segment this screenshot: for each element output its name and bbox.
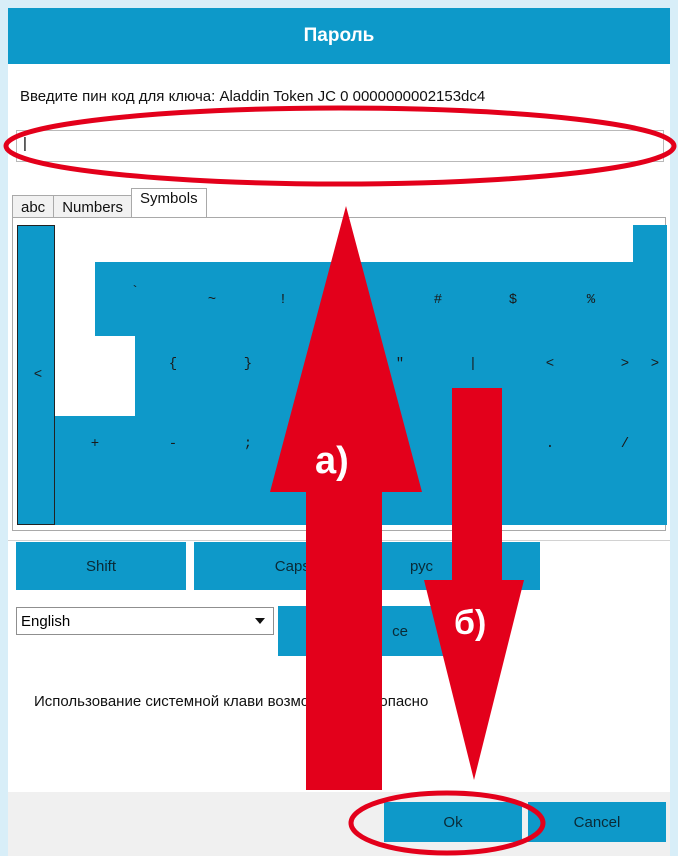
language-select[interactable]: English <box>16 607 274 635</box>
annotation-label-a: а) <box>315 440 349 482</box>
capslock-button[interactable]: CapsLoc <box>194 542 364 590</box>
key-right-arrow[interactable]: > <box>651 356 659 372</box>
key-brace-close[interactable]: } <box>244 356 252 372</box>
annotation-label-b: б) <box>454 604 487 642</box>
key-dollar[interactable]: $ <box>509 292 517 308</box>
cancel-button[interactable]: Cancel <box>528 802 666 842</box>
ok-button[interactable]: Ok <box>384 802 522 842</box>
symbols-keyboard: ` ~ ! # $ % < { } " | < > > + - ; . / <box>12 217 667 531</box>
key-less-than-left: < <box>33 367 43 383</box>
key-quote[interactable]: " <box>396 356 404 372</box>
password-dialog: Пароль Введите пин код для ключа: Aladdi… <box>8 8 670 856</box>
keys-row2-block <box>135 336 633 416</box>
pin-prompt: Введите пин код для ключа: Aladdin Token… <box>20 88 486 105</box>
language-toggle-button[interactable]: рус <box>370 542 540 590</box>
keyboard-tabs: abc Numbers Symbols <box>12 188 207 218</box>
chevron-down-icon <box>255 618 265 624</box>
key-tilde[interactable]: ~ <box>208 292 216 308</box>
key-hash[interactable]: # <box>434 292 442 308</box>
tab-symbols[interactable]: Symbols <box>131 188 207 218</box>
pin-input[interactable]: | <box>16 130 664 162</box>
key-backtick[interactable]: ` <box>131 284 139 300</box>
keys-row3-left <box>55 494 633 525</box>
key-pipe[interactable]: | <box>469 356 477 372</box>
backspace-button[interactable]: ce <box>278 606 448 656</box>
key-period[interactable]: . <box>546 436 554 452</box>
key-percent[interactable]: % <box>587 292 595 308</box>
key-less-than[interactable]: < <box>546 356 554 372</box>
key-slash[interactable]: / <box>621 436 629 452</box>
warning-text: Использование системной клави возможно н… <box>34 693 429 710</box>
key-brace-open[interactable]: { <box>169 356 177 372</box>
keys-right-block <box>633 225 667 525</box>
divider <box>8 540 670 541</box>
language-select-value: English <box>21 612 71 630</box>
key-plus[interactable]: + <box>91 436 99 452</box>
shift-button[interactable]: Shift <box>16 542 186 590</box>
key-semicolon[interactable]: ; <box>244 436 252 452</box>
key-minus[interactable]: - <box>169 436 177 452</box>
key-greater-than[interactable]: > <box>621 356 629 372</box>
tab-abc[interactable]: abc <box>12 195 55 218</box>
keys-row1-block <box>95 262 633 336</box>
key-exclamation[interactable]: ! <box>279 292 287 308</box>
tab-numbers[interactable]: Numbers <box>53 195 133 218</box>
dialog-title: Пароль <box>8 8 670 64</box>
